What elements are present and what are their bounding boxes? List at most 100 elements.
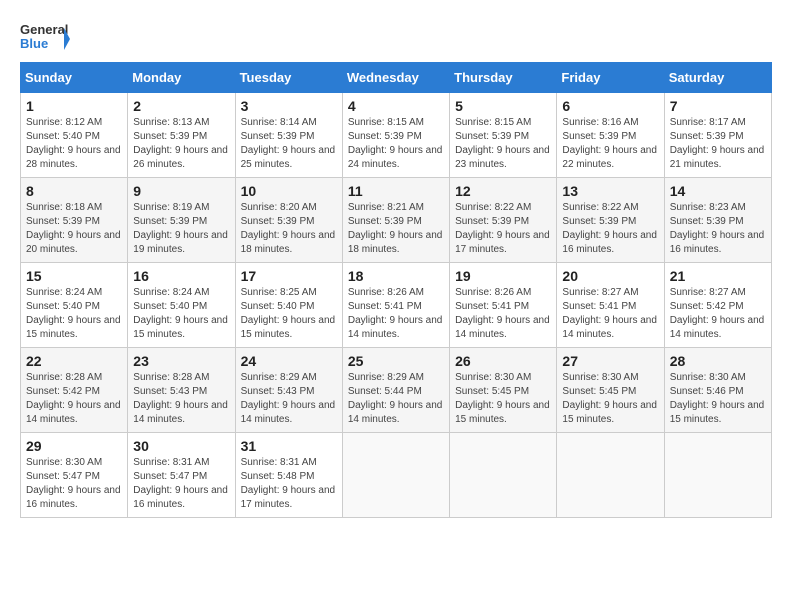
calendar-day-8: 8 Sunrise: 8:18 AMSunset: 5:39 PMDaylight… (21, 178, 128, 263)
calendar-day-1: 1Sunrise: 8:12 AMSunset: 5:40 PMDaylight… (21, 93, 128, 178)
day-number: 22 (26, 353, 122, 369)
col-header-saturday: Saturday (664, 63, 771, 93)
calendar-day-21: 21 Sunrise: 8:27 AMSunset: 5:42 PMDayligh… (664, 263, 771, 348)
day-info: Sunrise: 8:28 AMSunset: 5:42 PMDaylight:… (26, 371, 122, 427)
calendar-day-empty (664, 433, 771, 518)
col-header-wednesday: Wednesday (342, 63, 449, 93)
calendar-day-10: 10 Sunrise: 8:20 AMSunset: 5:39 PMDayligh… (235, 178, 342, 263)
calendar-day-13: 13Sunrise: 8:22 AMSunset: 5:39 PMDayligh… (557, 178, 664, 263)
day-info: Sunrise: 8:20 AMSunset: 5:39 PMDaylight:… (241, 201, 337, 257)
calendar-day-14: 14 Sunrise: 8:23 AMSunset: 5:39 PMDayligh… (664, 178, 771, 263)
day-number: 21 (670, 268, 766, 284)
day-number: 23 (133, 353, 229, 369)
day-info: Sunrise: 8:27 AMSunset: 5:41 PMDaylight:… (562, 286, 658, 342)
calendar-day-2: 2 Sunrise: 8:13 AMSunset: 5:39 PMDaylight… (128, 93, 235, 178)
day-number: 16 (133, 268, 229, 284)
day-number: 9 (133, 183, 229, 199)
day-info: Sunrise: 8:26 AMSunset: 5:41 PMDaylight:… (455, 286, 551, 342)
day-number: 3 (241, 98, 337, 114)
calendar-day-6: 6 Sunrise: 8:16 AMSunset: 5:39 PMDaylight… (557, 93, 664, 178)
day-info: Sunrise: 8:13 AMSunset: 5:39 PMDaylight:… (133, 116, 229, 172)
day-info: Sunrise: 8:26 AMSunset: 5:41 PMDaylight:… (348, 286, 444, 342)
calendar-day-12: 12 Sunrise: 8:22 AMSunset: 5:39 PMDayligh… (450, 178, 557, 263)
calendar-table: SundayMondayTuesdayWednesdayThursdayFrid… (20, 62, 772, 518)
calendar-day-17: 17 Sunrise: 8:25 AMSunset: 5:40 PMDayligh… (235, 263, 342, 348)
calendar-day-empty (450, 433, 557, 518)
day-info: Sunrise: 8:23 AMSunset: 5:39 PMDaylight:… (670, 201, 766, 257)
page-container: General Blue SundayMondayTuesdayWednesda… (20, 20, 772, 518)
calendar-day-31: 31Sunrise: 8:31 AMSunset: 5:48 PMDayligh… (235, 433, 342, 518)
day-number: 12 (455, 183, 551, 199)
logo-svg: General Blue (20, 20, 70, 58)
day-info: Sunrise: 8:18 AMSunset: 5:39 PMDaylight:… (26, 201, 122, 257)
day-info: Sunrise: 8:24 AMSunset: 5:40 PMDaylight:… (133, 286, 229, 342)
calendar-day-11: 11 Sunrise: 8:21 AMSunset: 5:39 PMDayligh… (342, 178, 449, 263)
day-number: 26 (455, 353, 551, 369)
day-number: 14 (670, 183, 766, 199)
col-header-monday: Monday (128, 63, 235, 93)
calendar-day-empty (342, 433, 449, 518)
day-info: Sunrise: 8:15 AMSunset: 5:39 PMDaylight:… (348, 116, 444, 172)
day-info: Sunrise: 8:14 AMSunset: 5:39 PMDaylight:… (241, 116, 337, 172)
calendar-day-26: 26 Sunrise: 8:30 AMSunset: 5:45 PMDayligh… (450, 348, 557, 433)
calendar-week-row: 15 Sunrise: 8:24 AMSunset: 5:40 PMDayligh… (21, 263, 772, 348)
calendar-day-7: 7 Sunrise: 8:17 AMSunset: 5:39 PMDaylight… (664, 93, 771, 178)
day-info: Sunrise: 8:21 AMSunset: 5:39 PMDaylight:… (348, 201, 444, 257)
calendar-day-20: 20Sunrise: 8:27 AMSunset: 5:41 PMDayligh… (557, 263, 664, 348)
day-number: 11 (348, 183, 444, 199)
calendar-day-18: 18 Sunrise: 8:26 AMSunset: 5:41 PMDayligh… (342, 263, 449, 348)
col-header-sunday: Sunday (21, 63, 128, 93)
day-number: 10 (241, 183, 337, 199)
calendar-week-row: 22 Sunrise: 8:28 AMSunset: 5:42 PMDayligh… (21, 348, 772, 433)
calendar-day-29: 29 Sunrise: 8:30 AMSunset: 5:47 PMDayligh… (21, 433, 128, 518)
day-number: 2 (133, 98, 229, 114)
day-info: Sunrise: 8:12 AMSunset: 5:40 PMDaylight:… (26, 116, 122, 172)
day-number: 27 (562, 353, 658, 369)
calendar-day-9: 9Sunrise: 8:19 AMSunset: 5:39 PMDaylight… (128, 178, 235, 263)
day-number: 8 (26, 183, 122, 199)
calendar-week-row: 29 Sunrise: 8:30 AMSunset: 5:47 PMDayligh… (21, 433, 772, 518)
calendar-day-3: 3 Sunrise: 8:14 AMSunset: 5:39 PMDaylight… (235, 93, 342, 178)
day-info: Sunrise: 8:17 AMSunset: 5:39 PMDaylight:… (670, 116, 766, 172)
calendar-day-23: 23Sunrise: 8:28 AMSunset: 5:43 PMDayligh… (128, 348, 235, 433)
day-number: 15 (26, 268, 122, 284)
day-info: Sunrise: 8:31 AMSunset: 5:48 PMDaylight:… (241, 456, 337, 512)
day-info: Sunrise: 8:30 AMSunset: 5:45 PMDaylight:… (562, 371, 658, 427)
calendar-week-row: 1Sunrise: 8:12 AMSunset: 5:40 PMDaylight… (21, 93, 772, 178)
day-info: Sunrise: 8:29 AMSunset: 5:43 PMDaylight:… (241, 371, 337, 427)
day-info: Sunrise: 8:22 AMSunset: 5:39 PMDaylight:… (455, 201, 551, 257)
col-header-tuesday: Tuesday (235, 63, 342, 93)
calendar-day-25: 25 Sunrise: 8:29 AMSunset: 5:44 PMDayligh… (342, 348, 449, 433)
col-header-thursday: Thursday (450, 63, 557, 93)
day-number: 5 (455, 98, 551, 114)
day-number: 28 (670, 353, 766, 369)
day-number: 6 (562, 98, 658, 114)
calendar-day-22: 22 Sunrise: 8:28 AMSunset: 5:42 PMDayligh… (21, 348, 128, 433)
day-number: 4 (348, 98, 444, 114)
svg-text:Blue: Blue (20, 36, 48, 51)
calendar-day-5: 5 Sunrise: 8:15 AMSunset: 5:39 PMDaylight… (450, 93, 557, 178)
day-number: 18 (348, 268, 444, 284)
calendar-day-24: 24 Sunrise: 8:29 AMSunset: 5:43 PMDayligh… (235, 348, 342, 433)
logo: General Blue (20, 20, 70, 58)
calendar-day-30: 30Sunrise: 8:31 AMSunset: 5:47 PMDayligh… (128, 433, 235, 518)
day-number: 25 (348, 353, 444, 369)
day-number: 17 (241, 268, 337, 284)
col-header-friday: Friday (557, 63, 664, 93)
day-info: Sunrise: 8:24 AMSunset: 5:40 PMDaylight:… (26, 286, 122, 342)
day-info: Sunrise: 8:16 AMSunset: 5:39 PMDaylight:… (562, 116, 658, 172)
day-number: 24 (241, 353, 337, 369)
header: General Blue (20, 20, 772, 58)
day-info: Sunrise: 8:25 AMSunset: 5:40 PMDaylight:… (241, 286, 337, 342)
day-number: 19 (455, 268, 551, 284)
svg-text:General: General (20, 22, 68, 37)
day-info: Sunrise: 8:29 AMSunset: 5:44 PMDaylight:… (348, 371, 444, 427)
day-info: Sunrise: 8:30 AMSunset: 5:45 PMDaylight:… (455, 371, 551, 427)
calendar-header-row: SundayMondayTuesdayWednesdayThursdayFrid… (21, 63, 772, 93)
day-number: 7 (670, 98, 766, 114)
day-info: Sunrise: 8:30 AMSunset: 5:47 PMDaylight:… (26, 456, 122, 512)
day-info: Sunrise: 8:15 AMSunset: 5:39 PMDaylight:… (455, 116, 551, 172)
day-number: 29 (26, 438, 122, 454)
day-info: Sunrise: 8:22 AMSunset: 5:39 PMDaylight:… (562, 201, 658, 257)
day-info: Sunrise: 8:27 AMSunset: 5:42 PMDaylight:… (670, 286, 766, 342)
